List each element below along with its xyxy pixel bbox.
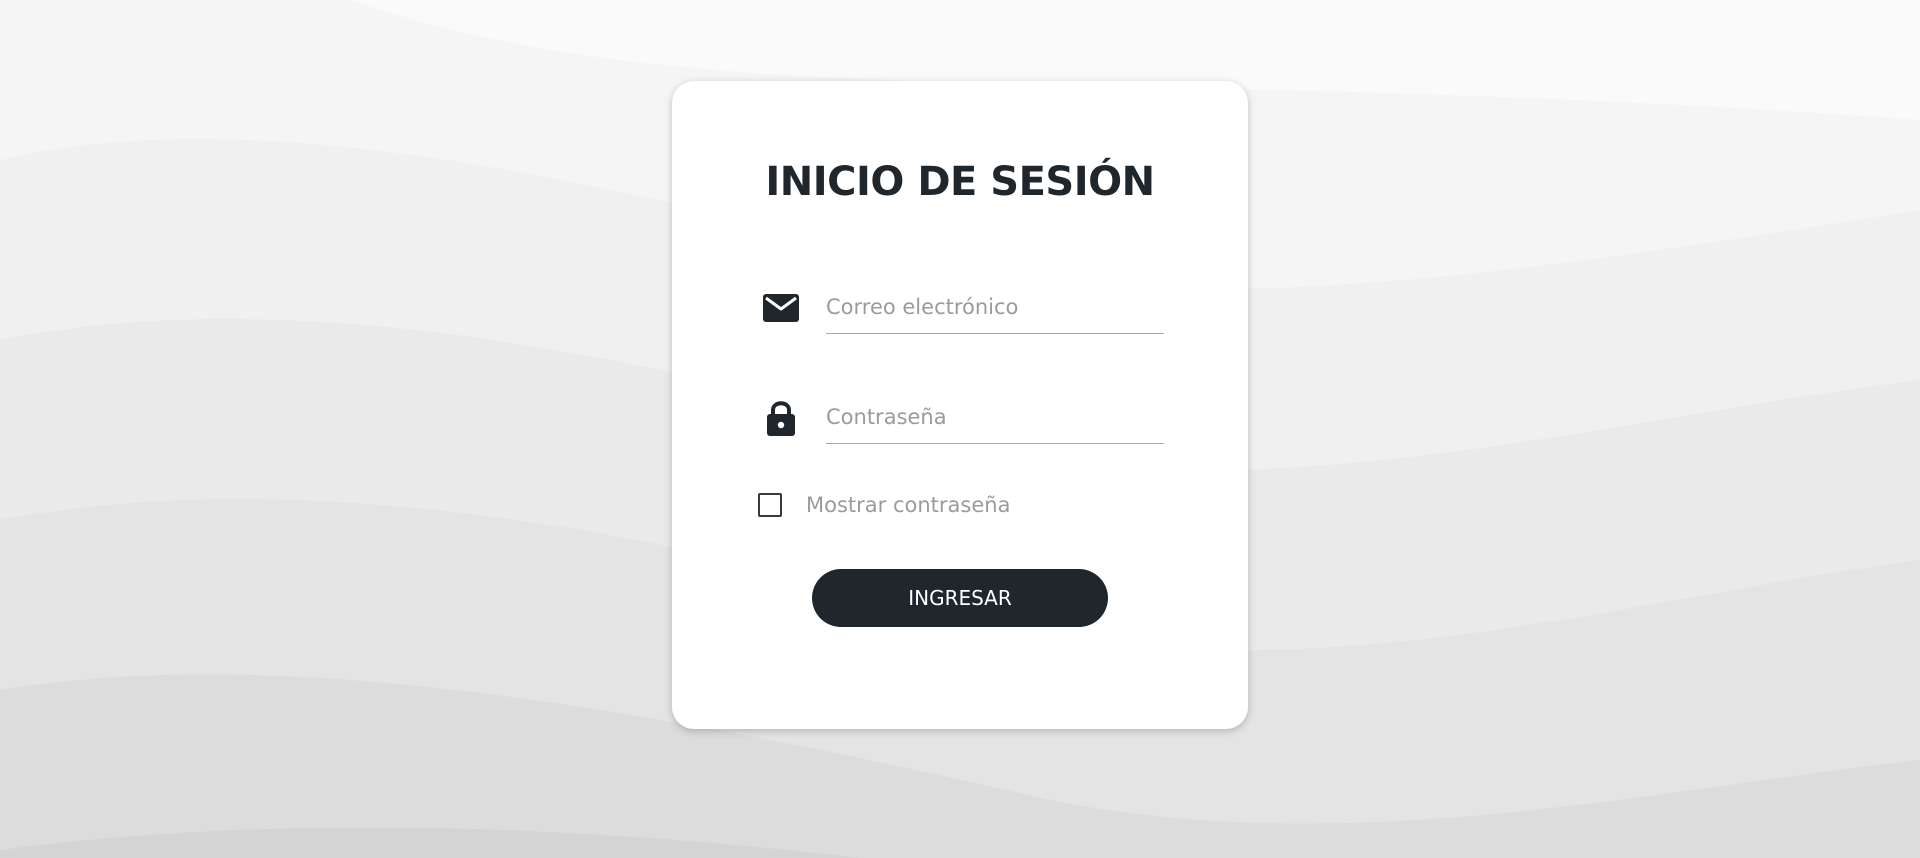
password-field-group [762, 391, 1164, 451]
email-field-group [762, 281, 1164, 341]
page-title: INICIO DE SESIÓN [765, 159, 1155, 205]
password-input[interactable] [826, 391, 1164, 444]
show-password-checkbox[interactable] [758, 493, 782, 517]
login-button[interactable]: INGRESAR [812, 569, 1108, 627]
show-password-label: Mostrar contraseña [806, 493, 1011, 517]
login-card: INICIO DE SESIÓN Mostrar contraseña INGR… [672, 81, 1248, 729]
envelope-icon [763, 294, 799, 322]
lock-icon [767, 401, 795, 436]
email-input[interactable] [826, 281, 1164, 334]
